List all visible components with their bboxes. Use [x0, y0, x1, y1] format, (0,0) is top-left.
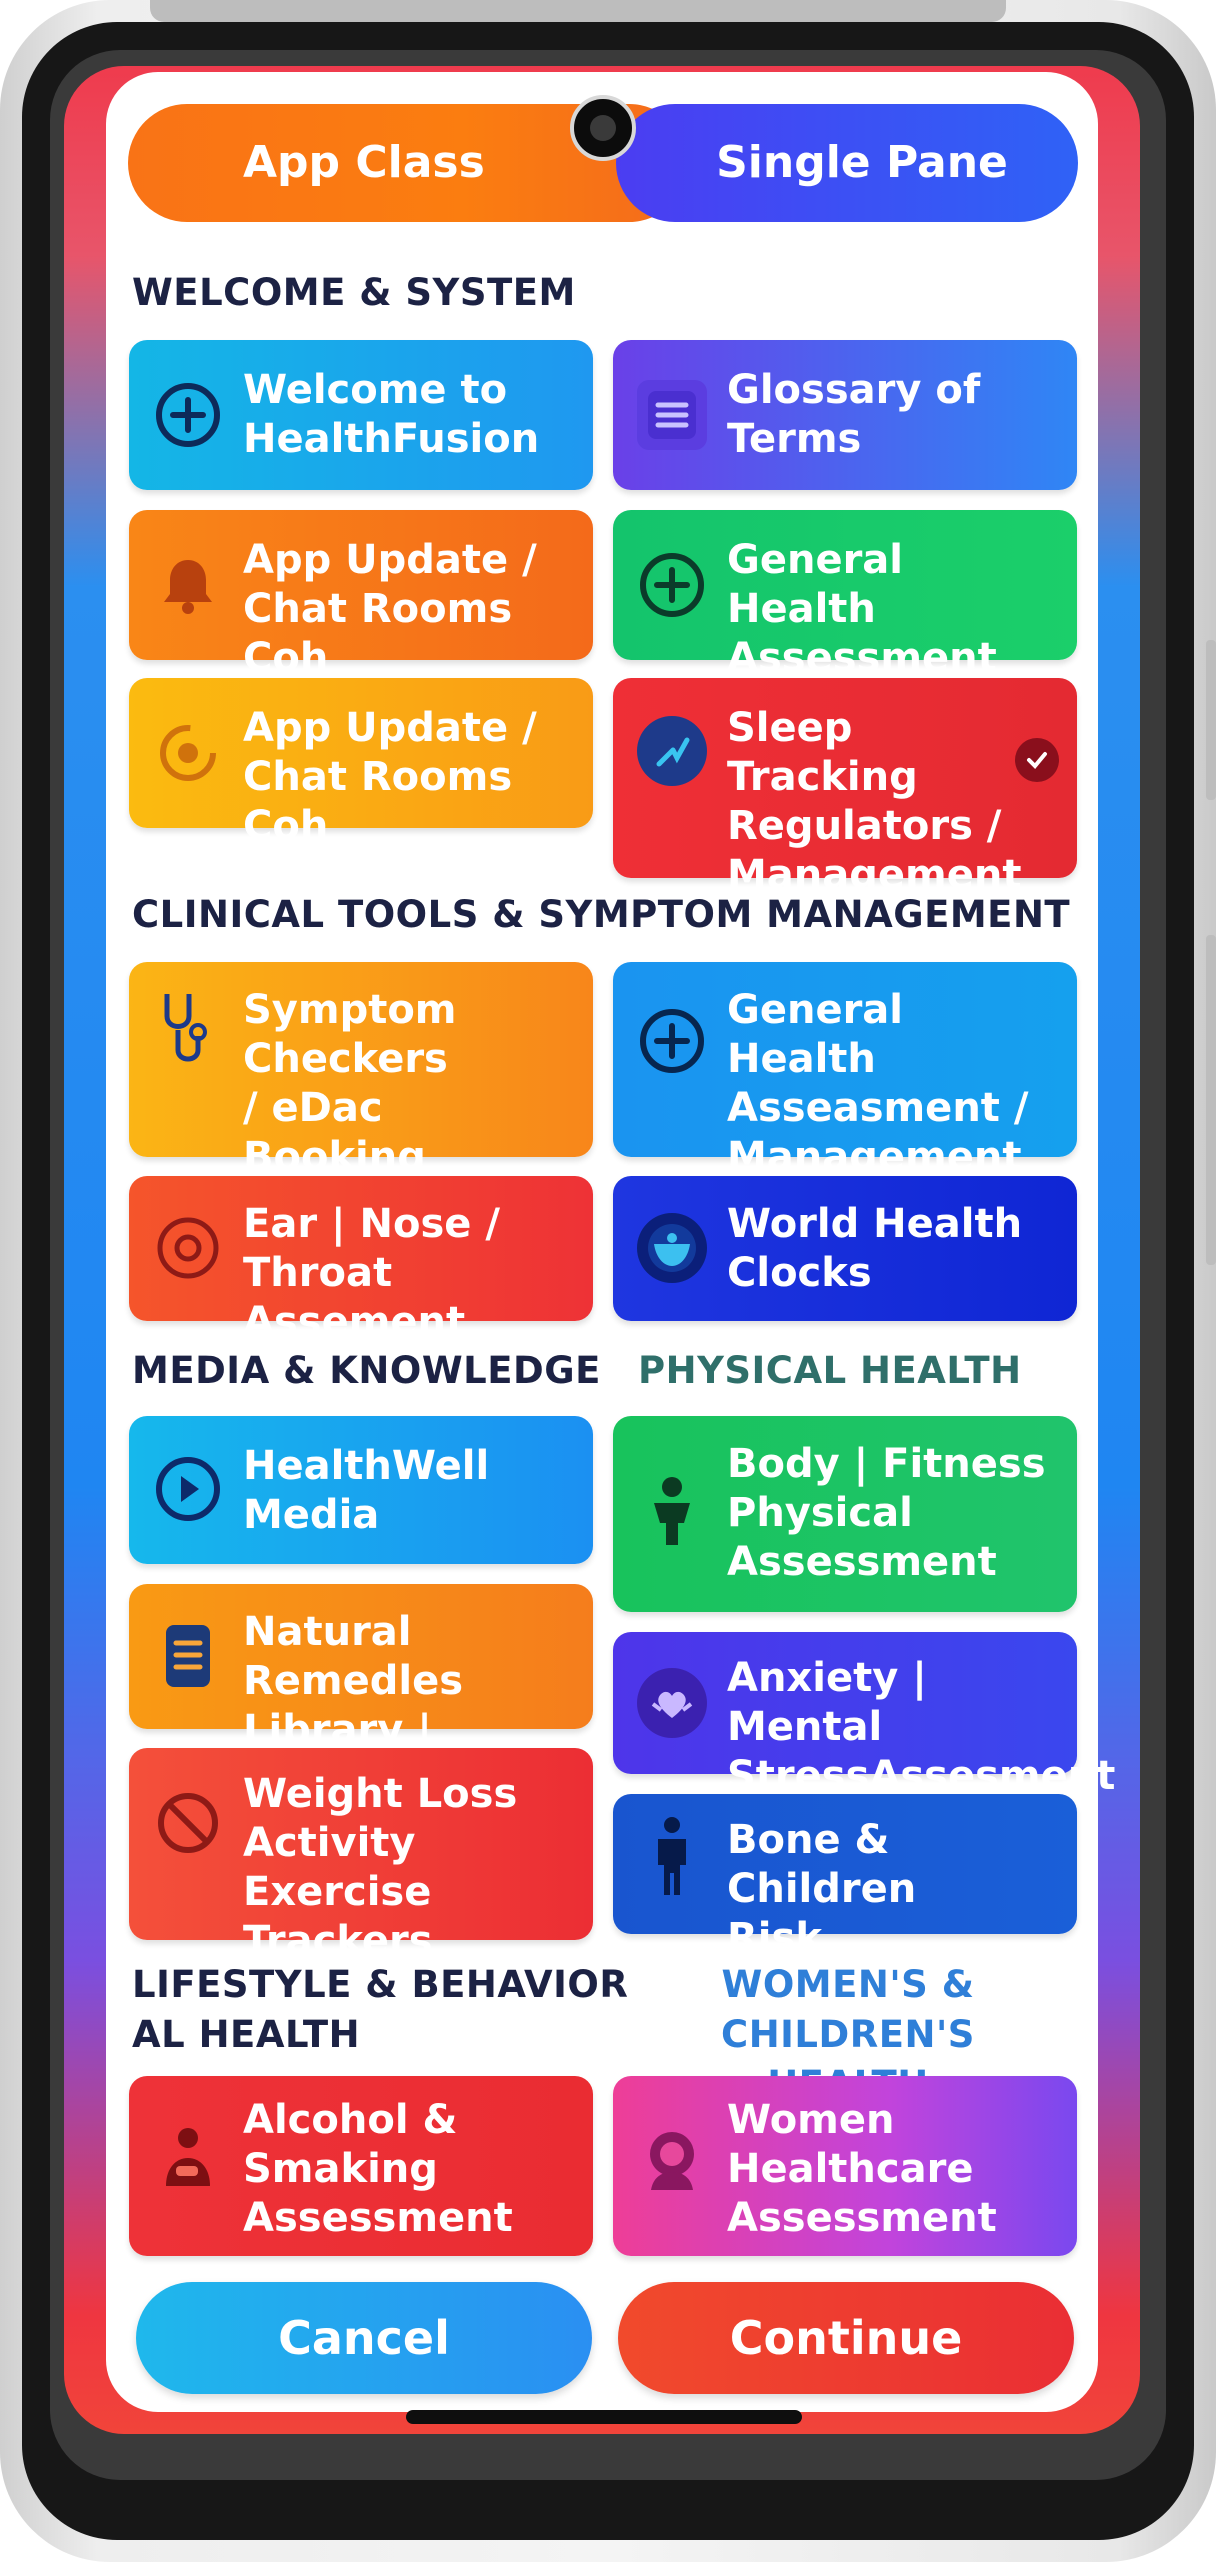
tile-label: Alcohol & Smaking Assessment: [243, 2097, 513, 2241]
tile-label: App Update / Chat Rooms Coh: [243, 705, 537, 849]
cancel-button[interactable]: Cancel: [136, 2282, 592, 2394]
selected-check-icon: [1015, 738, 1059, 782]
tile-app-update-2[interactable]: App Update / Chat Rooms Coh: [129, 678, 593, 849]
tile-label: Symptom Checkers / eDac Booking: [243, 987, 457, 1180]
sleep-icon: [637, 716, 707, 786]
section-heading-media: MEDIA & KNOWLEDGE: [132, 1349, 601, 1392]
plus-circle-icon: [637, 1006, 707, 1076]
tile-alcohol[interactable]: Alcohol & Smaking Assessment: [129, 2076, 593, 2256]
globe-icon: [637, 1213, 707, 1283]
power-button: [1206, 935, 1216, 1265]
category-picker-panel: App Class Single Pane WELCOME & SYSTEM W…: [106, 72, 1115, 2412]
person-standing-icon: [637, 1817, 707, 1895]
book-icon: [153, 1621, 223, 1691]
woman-icon: [637, 2124, 707, 2194]
stethoscope-icon: [153, 994, 223, 1066]
ear-icon: [153, 1213, 223, 1283]
sync-icon: [153, 718, 223, 788]
tile-women-healthcare[interactable]: Women Healthcare Assessment: [613, 2076, 1077, 2256]
tile-general-health-management[interactable]: General Health Asseasment / Management: [613, 962, 1077, 1180]
no-sign-icon: [153, 1788, 223, 1858]
tile-symptom-checkers[interactable]: Symptom Checkers / eDac Booking: [129, 962, 593, 1180]
tile-label: Weight Loss Activity Exercise Trackers: [243, 1771, 518, 1964]
plus-circle-icon: [153, 380, 223, 450]
drinker-icon: [153, 2124, 223, 2194]
tile-label: Welcome to HealthFusion: [243, 367, 540, 462]
tile-bone-children[interactable]: Bone & Children Risk Assessment: [613, 1794, 1077, 2010]
tile-label: HealthWell Media: [243, 1443, 490, 1538]
continue-button[interactable]: Continue: [618, 2282, 1074, 2394]
tile-ent[interactable]: Ear | Nose / Throat Assement: [129, 1176, 593, 1345]
play-icon: [153, 1454, 223, 1524]
section-heading-clinical: CLINICAL TOOLS & SYMPTOM MANAGEMENT: [132, 893, 1071, 936]
tile-label: Body | Fitness Physical Assessment: [727, 1441, 1046, 1585]
heart-hands-icon: [637, 1668, 707, 1738]
bell-icon: [153, 550, 223, 620]
tile-sleep-tracking[interactable]: Sleep Tracking Regulators / Management: [613, 678, 1077, 898]
screen: App Class Single Pane WELCOME & SYSTEM W…: [64, 66, 1140, 2434]
home-indicator[interactable]: [406, 2410, 802, 2424]
tile-anxiety[interactable]: Anxiety | Mental StressAssesment: [613, 1632, 1115, 1799]
tile-general-health-assessment[interactable]: General Health Assessment: [613, 510, 1077, 681]
tile-label: Sleep Tracking Regulators / Management: [727, 705, 1022, 898]
tile-label: Ear | Nose / Throat Assement: [243, 1201, 500, 1345]
tile-label: App Update / Chat Rooms Coh: [243, 537, 537, 681]
person-icon: [637, 1476, 707, 1546]
tile-weight-loss[interactable]: Weight Loss Activity Exercise Trackers: [129, 1748, 593, 1964]
tile-app-update-1[interactable]: App Update / Chat Rooms Coh: [129, 510, 593, 681]
tile-natural-remedies[interactable]: Natural Remedles Library | Database: [129, 1584, 593, 1802]
tile-label: Anxiety | Mental StressAssesment: [727, 1655, 1116, 1799]
section-heading-physical: PHYSICAL HEALTH: [638, 1349, 1022, 1392]
tile-label: Women Healthcare Assessment: [727, 2097, 997, 2241]
section-heading-welcome-system: WELCOME & SYSTEM: [132, 271, 576, 314]
plus-circle-icon: [637, 550, 707, 620]
volume-button: [1206, 640, 1216, 800]
tile-glossary[interactable]: Glossary of Terms: [613, 340, 1077, 490]
tile-label: General Health Assessment: [727, 537, 997, 681]
front-camera: [570, 95, 636, 161]
tile-label: World Health Clocks: [727, 1201, 1023, 1296]
tile-label: Glossary of Terms: [727, 367, 981, 462]
tile-world-health-clocks[interactable]: World Health Clocks: [613, 1176, 1077, 1321]
tile-label: General Health Asseasment / Management: [727, 987, 1029, 1180]
phone-top-edge: [150, 0, 1006, 22]
tile-welcome[interactable]: Welcome to HealthFusion: [129, 340, 593, 490]
tile-healthwell-media[interactable]: HealthWell Media: [129, 1416, 593, 1564]
list-icon: [637, 380, 707, 450]
section-heading-lifestyle: LIFESTYLE & BEHAVIOR AL HEALTH: [132, 1963, 629, 2056]
single-pane-tab[interactable]: Single Pane: [616, 104, 1078, 222]
tile-body-fitness[interactable]: Body | Fitness Physical Assessment: [613, 1416, 1077, 1612]
